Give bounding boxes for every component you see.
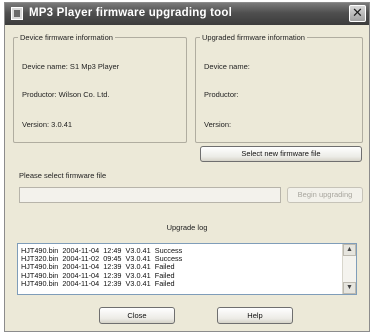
upgrade-log-title: Upgrade log xyxy=(166,223,208,232)
log-scrollbar[interactable]: ▲ ▼ xyxy=(342,244,356,294)
begin-upgrading-button[interactable]: Begin upgrading xyxy=(287,187,363,203)
help-button[interactable]: Help xyxy=(217,307,293,324)
upgrade-log-list[interactable]: HJT490.bin 2004-11-04 12:49 V3.0.41 Succ… xyxy=(17,243,357,295)
select-firmware-label: Please select firmware file xyxy=(19,171,107,180)
close-button[interactable]: Close xyxy=(99,307,175,324)
window-title: MP3 Player firmware upgrading tool xyxy=(29,7,232,19)
log-entry[interactable]: HJT490.bin 2004-11-04 12:39 V3.0.41 Fail… xyxy=(21,279,340,288)
upgraded-productor-text: Productor: xyxy=(204,90,239,99)
log-lines: HJT490.bin 2004-11-04 12:49 V3.0.41 Succ… xyxy=(21,246,340,288)
productor-text: Productor: Wilson Co. Ltd. xyxy=(22,90,110,99)
upgraded-version-text: Version: xyxy=(204,120,232,129)
device-name-text: Device name: S1 Mp3 Player xyxy=(22,62,120,71)
upgraded-firmware-info-legend: Upgraded firmware information xyxy=(202,33,305,42)
upgraded-device-name-text: Device name: xyxy=(204,62,250,71)
scroll-up-icon[interactable]: ▲ xyxy=(343,244,356,256)
upgraded-firmware-info-group: Upgraded firmware information Device nam… xyxy=(195,33,363,143)
app-icon xyxy=(11,7,23,20)
select-firmware-button[interactable]: Select new firmware file xyxy=(200,146,362,162)
firmware-file-field[interactable] xyxy=(19,187,281,203)
device-firmware-info-legend: Device firmware information xyxy=(20,33,113,42)
device-firmware-info-group: Device firmware information Device name:… xyxy=(13,33,187,143)
version-text: Version: 3.0.41 xyxy=(22,120,73,129)
firmware-tool-window: MP3 Player firmware upgrading tool ✕ Dev… xyxy=(4,2,370,332)
scroll-down-icon[interactable]: ▼ xyxy=(343,282,356,294)
title-bar: MP3 Player firmware upgrading tool ✕ xyxy=(5,3,369,25)
close-window-button[interactable]: ✕ xyxy=(349,5,366,22)
